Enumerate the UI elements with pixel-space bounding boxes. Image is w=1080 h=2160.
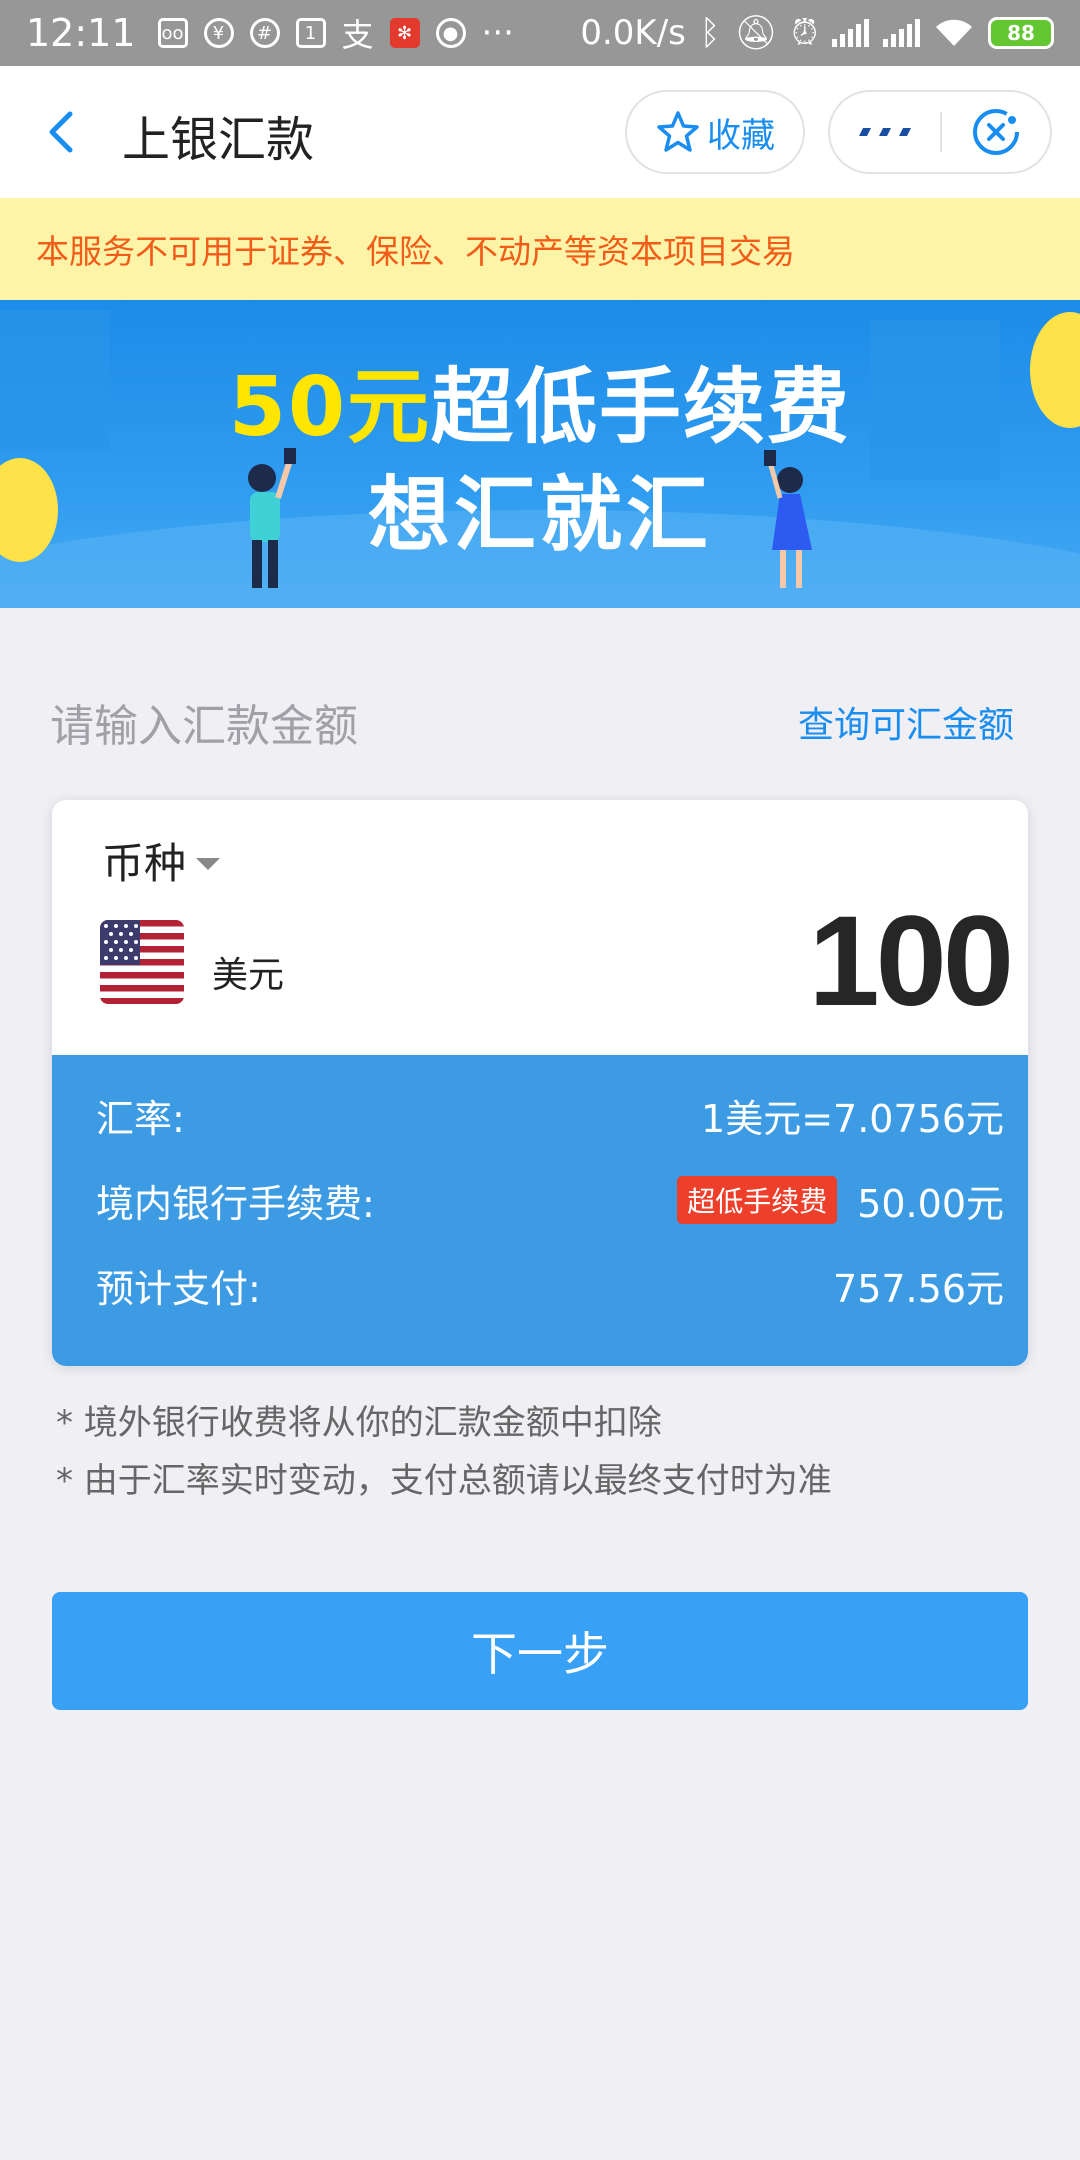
low-fee-badge: 超低手续费 [677, 1176, 838, 1224]
close-circle-icon [972, 109, 1019, 155]
banner-slogan: 想汇就汇 [367, 468, 712, 563]
mute-icon: 🔕︎ [734, 13, 778, 53]
alarm-icon: ⏰︎ [791, 13, 818, 53]
more-button[interactable] [830, 92, 940, 172]
page-title: 上银汇款 [122, 112, 315, 168]
notice-text: 本服务不可用于证券、保险、不动产等资本项目交易 [36, 232, 795, 271]
more-notifications-icon: ··· [481, 13, 514, 53]
app-notification-icon: ✻ [389, 18, 420, 48]
estimated-payment-row: 预计支付: 757.56元 [96, 1255, 1004, 1315]
net-speed: 0.0K/s [580, 13, 686, 53]
bank-fee-label: 境内银行手续费: [96, 1181, 375, 1226]
status-time: 12:11 [26, 11, 136, 55]
status-bar: 12:11 oo ¥ # 1 支 ✻ ● ··· 0.0K/s ᛒ 🔕︎ ⏰︎ … [0, 0, 1080, 66]
query-limit-link[interactable]: 查询可汇金额 [798, 696, 1014, 748]
us-flag-icon [100, 920, 184, 1004]
exchange-rate-value: 1美元=7.0756元 [701, 1096, 1004, 1141]
favorite-label: 收藏 [707, 115, 775, 156]
alipay-icon: 支 [341, 16, 374, 54]
signal-2-icon [883, 19, 920, 47]
system-icons: 0.0K/s ᛒ 🔕︎ ⏰︎ 88 [580, 13, 1054, 53]
bank-fee-row: 境内银行手续费: 超低手续费 50.00元 [96, 1170, 1004, 1230]
estimated-payment-value: 757.56元 [833, 1266, 1004, 1311]
bank-fee-value: 50.00元 [857, 1181, 1004, 1226]
notification-icons: oo ¥ # 1 支 ✻ ● ··· [157, 10, 514, 56]
wifi-icon [936, 19, 972, 46]
currency-name: 美元 [212, 955, 285, 996]
voicemail-icon: oo [157, 18, 188, 48]
disclaimer-notes: * 境外银行收费将从你的汇款金额中扣除 * 由于汇率实时变动，支付总额请以最终支… [56, 1394, 832, 1510]
notice-banner: 本服务不可用于证券、保险、不动产等资本项目交易 [0, 198, 1080, 300]
next-step-button[interactable]: 下一步 [52, 1592, 1028, 1710]
remittance-card: 币种 美元 100 汇率: 1美元=7.0756元 境内银行手续费: 超低手续费… [52, 800, 1028, 1366]
calendar-icon: 1 [295, 18, 326, 48]
close-button[interactable] [942, 92, 1050, 172]
browser-icon: ● [435, 18, 466, 48]
banner-headline-rest: 超低手续费 [431, 360, 852, 455]
back-arrow-icon[interactable] [40, 110, 84, 154]
amount-input-area: 币种 美元 100 [52, 800, 1028, 1055]
promo-banner[interactable]: 50元超低手续费 想汇就汇 [0, 300, 1080, 608]
more-icon [859, 128, 911, 136]
nav-bar: 上银汇款 收藏 [0, 66, 1080, 198]
caret-down-icon [196, 857, 221, 870]
bluetooth-icon: ᛒ [699, 13, 721, 53]
banner-highlight: 50元 [228, 360, 432, 455]
favorite-button[interactable]: 收藏 [625, 90, 805, 174]
slack-icon: # [249, 18, 280, 48]
banner-headline: 50元超低手续费 [0, 340, 1080, 459]
fee-summary: 汇率: 1美元=7.0756元 境内银行手续费: 超低手续费 50.00元 预计… [52, 1055, 1028, 1366]
exchange-rate-row: 汇率: 1美元=7.0756元 [96, 1085, 1004, 1145]
currency-label: 币种 [102, 839, 187, 888]
note-item: * 境外银行收费将从你的汇款金额中扣除 [56, 1403, 662, 1443]
exchange-rate-label: 汇率: [96, 1096, 185, 1141]
star-icon [657, 111, 699, 152]
amount-section-label: 请输入汇款金额 [50, 701, 358, 752]
yuan-icon: ¥ [203, 18, 234, 48]
estimated-payment-label: 预计支付: [96, 1266, 261, 1311]
signal-icon [832, 19, 869, 47]
currency-selector[interactable]: 币种 [102, 830, 221, 891]
note-item: * 由于汇率实时变动，支付总额请以最终支付时为准 [56, 1461, 832, 1501]
amount-input[interactable]: 100 [808, 888, 1014, 1035]
battery-icon: 88 [988, 17, 1054, 49]
mini-program-capsule [828, 90, 1052, 174]
